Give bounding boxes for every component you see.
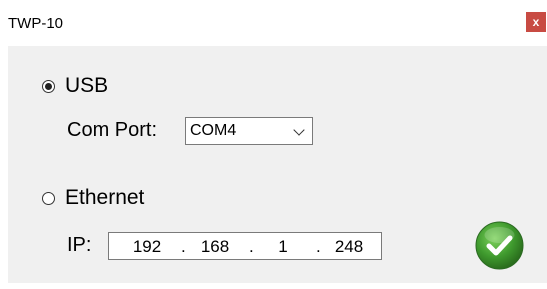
ip-octet-1[interactable]: 192 (125, 237, 169, 257)
ip-octet-4[interactable]: 248 (327, 237, 371, 257)
ip-label: IP: (67, 234, 92, 256)
ip-address-field[interactable]: 192 . 168 . 1 . 248 (108, 232, 382, 260)
usb-radio[interactable]: USB (42, 74, 108, 98)
close-icon: x (532, 15, 540, 29)
ethernet-radio-button[interactable] (42, 191, 55, 205)
ip-octet-2[interactable]: 168 (193, 237, 237, 257)
com-port-label: Com Port: (67, 119, 158, 141)
checkmark-circle-icon (475, 221, 524, 270)
title-bar: TWP-10 x (0, 0, 547, 46)
ip-separator: . (181, 237, 186, 256)
usb-label: USB (65, 74, 109, 97)
chevron-down-icon (293, 124, 305, 136)
ip-octet-3[interactable]: 1 (261, 237, 305, 257)
window-title: TWP-10 (8, 15, 64, 32)
com-port-select[interactable]: COM4 (185, 117, 313, 145)
ok-button[interactable] (475, 221, 524, 270)
ethernet-label: Ethernet (65, 186, 145, 209)
close-button[interactable]: x (526, 12, 546, 32)
ip-separator: . (316, 237, 321, 256)
usb-radio-button[interactable] (42, 79, 55, 93)
com-port-value: COM4 (190, 122, 237, 139)
ethernet-radio[interactable]: Ethernet (42, 186, 144, 210)
ip-separator: . (249, 237, 254, 256)
